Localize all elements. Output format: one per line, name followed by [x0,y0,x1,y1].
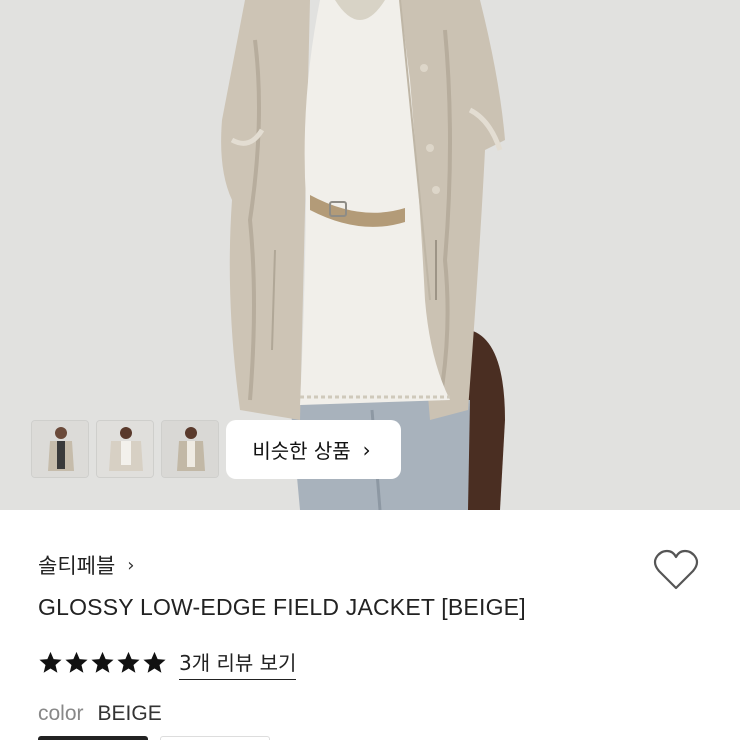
similar-products-label: 비슷한 상품 [252,439,351,463]
color-label: color [38,702,84,725]
thumbnail-photo-icon [97,421,153,477]
rating-stars [38,650,167,675]
product-info-section: 솔티페블 › GLOSSY LOW-EDGE FIELD JACKET [BEI… [0,510,740,740]
product-thumbnail-1[interactable] [31,420,89,478]
chevron-right-icon: › [362,437,371,462]
color-value: BEIGE [97,702,162,725]
heart-outline-icon [653,549,699,590]
brand-name: 솔티페블 [38,554,116,578]
product-thumbnail-2[interactable] [96,420,154,478]
thumbnail-photo-icon [32,421,88,477]
product-thumbnail-3[interactable] [161,420,219,478]
star-filled-icon [91,651,114,673]
product-detail-page: 비슷한 상품 › 솔티페블 › GLOSSY LOW-EDGE FIELD JA… [0,0,740,740]
thumbnail-photo-icon [162,421,218,477]
product-title: GLOSSY LOW-EDGE FIELD JACKET [BEIGE] [38,594,526,620]
brand-link[interactable]: 솔티페블 › [38,550,134,580]
view-reviews-link[interactable]: 3개 리뷰 보기 [179,647,297,680]
similar-products-button[interactable]: 비슷한 상품 › [226,420,401,479]
color-swatch-option[interactable] [160,736,270,740]
star-filled-icon [39,651,62,673]
star-filled-icon [117,651,140,673]
chevron-right-icon: › [127,554,135,576]
star-filled-icon [65,651,88,673]
color-swatch-selected[interactable] [38,736,148,740]
color-option-row: color BEIGE [38,702,162,726]
star-filled-icon [143,651,166,673]
product-hero-image[interactable]: 비슷한 상품 › [0,0,740,510]
wishlist-button[interactable] [652,548,700,592]
